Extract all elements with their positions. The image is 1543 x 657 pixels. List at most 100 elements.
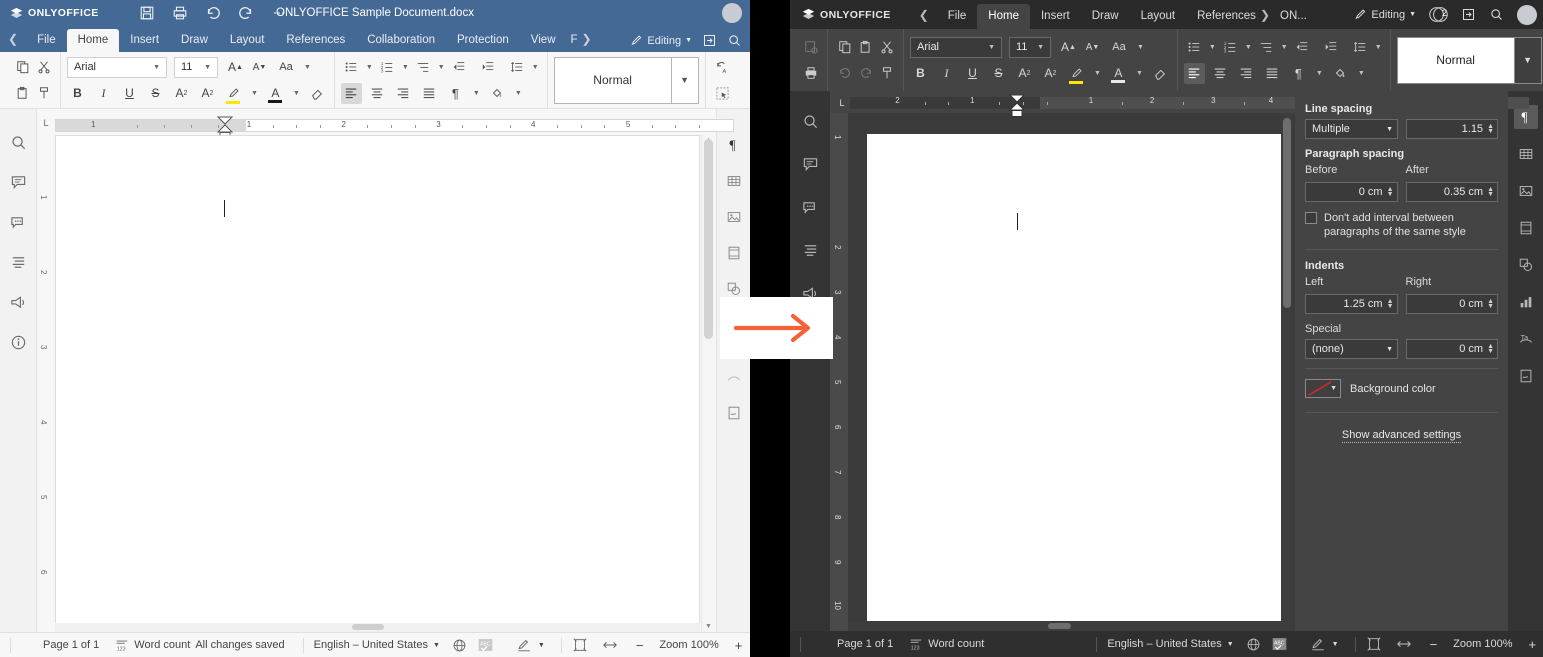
search-icon[interactable]	[727, 33, 742, 48]
header-footer-settings-icon[interactable]	[1514, 216, 1538, 240]
line-spacing-value-input[interactable]: 1.15 ▲ ▼	[1406, 119, 1498, 139]
user-avatar[interactable]	[722, 3, 742, 23]
chevron-down-icon[interactable]: ▼	[364, 64, 375, 71]
comments-icon[interactable]	[7, 171, 29, 193]
cut-button[interactable]	[876, 37, 897, 58]
chevron-down-icon[interactable]: ▼	[471, 90, 482, 97]
editing-mode-chip[interactable]: Editing ▼	[630, 34, 692, 47]
background-color-swatch[interactable]: ▼	[1305, 379, 1341, 398]
spinner-arrows-icon[interactable]: ▲ ▼	[1387, 298, 1394, 310]
search-icon[interactable]	[7, 131, 29, 153]
tab-layout[interactable]: Layout	[219, 29, 276, 52]
print-button[interactable]	[800, 63, 821, 84]
justify-button[interactable]	[419, 83, 440, 104]
bullets-button[interactable]	[341, 57, 362, 78]
styles-expand-button[interactable]: ▼	[671, 56, 699, 104]
font-size-select[interactable]: 11 ▼	[1009, 36, 1051, 58]
zoom-in-button[interactable]: +	[1528, 637, 1536, 652]
bold-button[interactable]: B	[67, 83, 88, 104]
tab-home[interactable]: Home	[66, 29, 120, 52]
tabs-scroll-left-icon[interactable]: ❮	[0, 32, 26, 52]
tabs-scroll-right-icon[interactable]: ❯	[1258, 8, 1276, 29]
signature-settings-icon[interactable]	[1514, 364, 1538, 388]
tab-view[interactable]: View	[520, 29, 567, 52]
user-avatar[interactable]	[1517, 4, 1537, 25]
no-interval-checkbox[interactable]	[1305, 212, 1317, 224]
indent-right-input[interactable]: 0 cm ▲ ▼	[1405, 294, 1498, 314]
decrease-indent-button[interactable]	[449, 57, 470, 78]
align-left-button[interactable]	[1183, 62, 1205, 84]
dark-vertical-scrollbar[interactable]	[1281, 113, 1293, 631]
dark-vertical-ruler[interactable]: 1 2 3 4 5 6 7 8 9 10	[830, 113, 848, 631]
align-center-button[interactable]	[1210, 63, 1231, 84]
underline-button[interactable]: U	[119, 83, 140, 104]
page-indicator[interactable]: Page 1 of 1	[837, 638, 893, 650]
tab-insert[interactable]: Insert	[119, 29, 170, 52]
select-all-button[interactable]	[712, 83, 733, 104]
copy-button[interactable]	[834, 37, 855, 58]
indent-left-input[interactable]: 1.25 cm ▲ ▼	[1305, 294, 1398, 314]
search-icon[interactable]	[798, 109, 822, 133]
light-horizontal-scrollbar[interactable]	[55, 623, 700, 632]
highlight-color-button[interactable]	[223, 83, 244, 104]
underline-button[interactable]: U	[962, 63, 983, 84]
increase-font-size-button[interactable]: A ▲	[225, 57, 246, 78]
spinner-arrows-icon[interactable]: ▲ ▼	[1387, 186, 1394, 198]
tab-file[interactable]: File	[26, 29, 67, 52]
copy-button[interactable]	[12, 57, 33, 78]
chevron-down-icon[interactable]: ▼	[1373, 44, 1384, 51]
multilevel-list-button[interactable]	[413, 57, 434, 78]
tab-collaboration[interactable]: Collaboration	[356, 29, 446, 52]
chevron-down-icon[interactable]: ▼	[302, 64, 313, 71]
change-case-button[interactable]: Aa	[1106, 37, 1132, 58]
align-right-button[interactable]	[1236, 63, 1257, 84]
image-settings-icon[interactable]	[1514, 179, 1538, 203]
fit-page-button[interactable]	[572, 637, 588, 653]
paste-button[interactable]	[855, 37, 876, 58]
chevron-down-icon[interactable]: ▼	[400, 64, 411, 71]
copy-style-button[interactable]	[33, 83, 54, 104]
justify-button[interactable]	[1262, 63, 1283, 84]
scrollbar-thumb[interactable]	[1048, 623, 1071, 629]
align-center-button[interactable]	[367, 83, 388, 104]
font-color-button[interactable]: A	[265, 83, 286, 104]
dark-document-canvas[interactable]	[867, 134, 1287, 621]
tab-insert[interactable]: Insert	[1030, 4, 1081, 29]
fit-width-button[interactable]	[602, 637, 618, 653]
decrease-indent-button[interactable]	[1292, 37, 1313, 58]
spell-check-icon[interactable]: ABC	[1271, 636, 1288, 652]
page-indicator[interactable]: Page 1 of 1	[43, 639, 99, 651]
language-selector[interactable]: English – United States ▼	[314, 639, 440, 651]
chat-icon[interactable]	[7, 211, 29, 233]
line-spacing-button[interactable]	[1350, 37, 1371, 58]
shading-color-button[interactable]	[1330, 63, 1351, 84]
chevron-down-icon[interactable]: ▼	[1356, 70, 1367, 77]
special-indent-amount-input[interactable]: 0 cm ▲ ▼	[1406, 339, 1498, 359]
dark-horizontal-scrollbar[interactable]	[848, 622, 1293, 631]
paste-button[interactable]	[12, 83, 33, 104]
zoom-out-button[interactable]: −	[1430, 637, 1438, 652]
italic-button[interactable]: I	[93, 83, 114, 104]
align-right-button[interactable]	[393, 83, 414, 104]
spinner-arrows-icon[interactable]: ▲ ▼	[1487, 298, 1494, 310]
line-spacing-mode-select[interactable]: Multiple ▼	[1305, 119, 1398, 139]
editing-mode-chip[interactable]: Editing ▼	[1354, 8, 1416, 21]
chevron-down-icon[interactable]: ▼	[1314, 70, 1325, 77]
feedback-icon[interactable]	[7, 291, 29, 313]
horizontal-ruler[interactable]: 1 1 2 3 4 5	[55, 119, 734, 132]
table-settings-icon[interactable]	[723, 170, 745, 192]
bullets-button[interactable]	[1184, 37, 1205, 58]
increase-indent-button[interactable]	[478, 57, 499, 78]
track-changes-button[interactable]: ▼	[1310, 636, 1339, 652]
image-settings-icon[interactable]	[723, 206, 745, 228]
word-count-button[interactable]: 123 Word count	[909, 637, 984, 651]
spacing-before-input[interactable]: 0 cm ▲ ▼	[1305, 182, 1398, 202]
zoom-value[interactable]: Zoom 100%	[1453, 638, 1512, 650]
cut-button[interactable]	[33, 57, 54, 78]
decrease-font-size-button[interactable]: A ▼	[1082, 37, 1103, 58]
headings-icon[interactable]	[798, 238, 822, 262]
shape-settings-icon[interactable]	[1514, 253, 1538, 277]
clear-formatting-button[interactable]	[1150, 63, 1171, 84]
chevron-down-icon[interactable]: ▼	[1092, 70, 1103, 77]
style-normal-button[interactable]: Normal	[553, 56, 672, 104]
